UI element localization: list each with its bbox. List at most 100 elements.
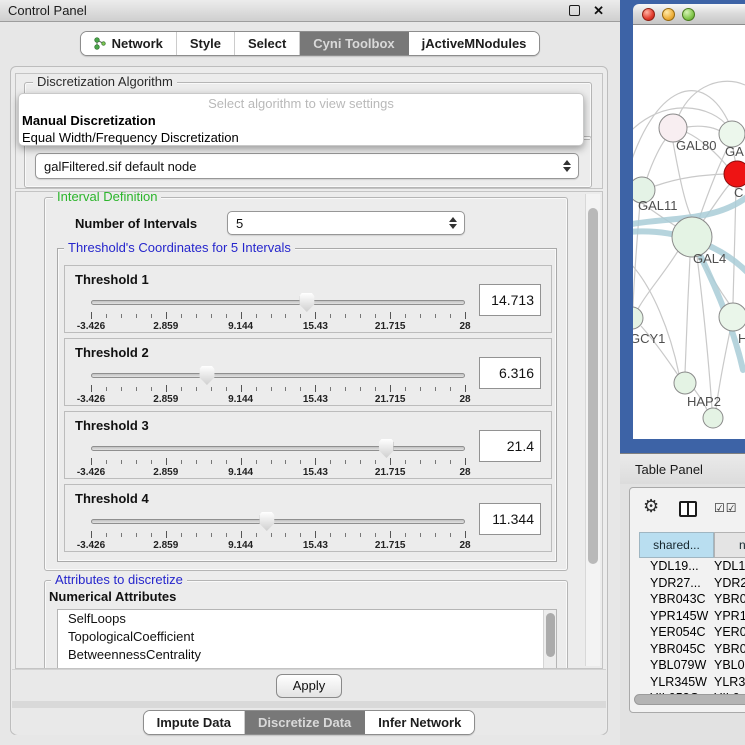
table-row[interactable]: YDL19...YDL1 <box>639 559 745 576</box>
settings-scrollpane: Interval Definition Number of Intervals … <box>15 191 603 669</box>
scale-label: 9.144 <box>228 321 253 332</box>
float-window-icon[interactable] <box>569 5 580 16</box>
slider-scale: -3.4262.8599.14415.4321.71528 <box>91 540 465 550</box>
slider-ticks <box>91 458 465 466</box>
control-panel-body: Discretization Algorithm Table Data galF… <box>10 66 608 735</box>
tab-label: Infer Network <box>378 715 461 730</box>
close-traffic-light-icon[interactable] <box>642 8 655 21</box>
cell-shared-name: YBR043C <box>639 592 714 609</box>
attributes-scrollbar[interactable] <box>543 610 556 669</box>
settings-scrollbar-thumb[interactable] <box>588 208 598 564</box>
network-canvas[interactable]: GAL80GACGAL11GAL4GCY1HHAP2 <box>633 25 745 439</box>
slider-thumb[interactable] <box>379 439 394 458</box>
tab-network[interactable]: Network <box>81 32 176 55</box>
network-node-hap2[interactable] <box>674 372 696 394</box>
slider-track[interactable] <box>91 373 465 378</box>
tick-mark <box>91 531 92 538</box>
tick-mark <box>196 460 197 464</box>
slider-thumb[interactable] <box>259 512 274 531</box>
network-window-titlebar[interactable] <box>633 4 745 25</box>
tick-mark <box>375 314 376 318</box>
tick-mark <box>226 387 227 391</box>
tab-impute-data[interactable]: Impute Data <box>144 711 244 734</box>
table-hscrollbar-thumb[interactable] <box>634 694 745 705</box>
network-edge[interactable] <box>685 257 690 373</box>
network-node-c[interactable] <box>724 161 745 187</box>
table-data-combobox[interactable]: galFiltered.sif default node <box>35 153 579 179</box>
tick-mark <box>271 460 272 464</box>
table-row[interactable]: YBL079WYBL0 <box>639 658 745 675</box>
tab-cyni-toolbox[interactable]: Cyni Toolbox <box>299 32 407 55</box>
tick-mark <box>300 387 301 391</box>
apply-button[interactable]: Apply <box>276 674 342 698</box>
settings-vertical-scrollbar[interactable] <box>585 194 600 666</box>
zoom-traffic-light-icon[interactable] <box>682 8 695 21</box>
attributes-group: Attributes to discretize Numerical Attri… <box>44 580 568 669</box>
tab-style[interactable]: Style <box>176 32 234 55</box>
slider-track[interactable] <box>91 446 465 451</box>
network-edge[interactable] <box>647 140 665 178</box>
tab-select[interactable]: Select <box>234 32 299 55</box>
tick-mark <box>181 460 182 464</box>
threshold-slider[interactable]: -3.4262.8599.14415.4321.71528 <box>91 296 465 330</box>
threshold-value-field[interactable]: 11.344 <box>479 503 541 535</box>
attributes-group-label: Attributes to discretize <box>51 573 187 587</box>
list-item-betweennesscentrality[interactable]: BetweennessCentrality <box>58 646 556 664</box>
numerical-attributes-list[interactable]: SelfLoopsTopologicalCoefficientBetweenne… <box>57 609 557 669</box>
tick-mark <box>136 314 137 318</box>
tick-mark <box>435 314 436 318</box>
threshold-slider[interactable]: -3.4262.8599.14415.4321.71528 <box>91 515 465 549</box>
number-of-intervals-value: 5 <box>236 216 243 231</box>
list-item-selfloops[interactable]: SelfLoops <box>58 610 556 628</box>
tick-mark <box>465 385 466 392</box>
tick-mark <box>300 460 301 464</box>
columns-icon[interactable] <box>679 501 697 517</box>
table-row[interactable]: YPR145WYPR1 <box>639 609 745 626</box>
threshold-slider[interactable]: -3.4262.8599.14415.4321.71528 <box>91 369 465 403</box>
threshold-value-field[interactable]: 21.4 <box>479 430 541 462</box>
threshold-label: Threshold 3 <box>75 418 149 433</box>
number-of-intervals-combobox[interactable]: 5 <box>227 211 465 235</box>
slider-thumb[interactable] <box>299 293 314 312</box>
slider-track[interactable] <box>91 519 465 524</box>
table-row[interactable]: YBR045CYBR0 <box>639 642 745 659</box>
network-node-unlabeled[interactable] <box>703 408 723 428</box>
tab-label: Style <box>190 36 221 51</box>
scale-label: 15.43 <box>303 321 328 332</box>
gear-icon[interactable]: ⚙ <box>643 496 659 517</box>
threshold-slider[interactable]: -3.4262.8599.14415.4321.71528 <box>91 442 465 476</box>
tick-mark <box>435 460 436 464</box>
table-row[interactable]: YBR043CYBR0 <box>639 592 745 609</box>
threshold-value-field[interactable]: 6.316 <box>479 357 541 389</box>
scale-label: -3.426 <box>77 540 105 551</box>
table-horizontal-scrollbar[interactable] <box>634 694 745 705</box>
algorithm-option-equal-width-frequency-discretization[interactable]: Equal Width/Frequency Discretization <box>19 129 583 146</box>
threshold-value-field[interactable]: 14.713 <box>479 284 541 316</box>
network-edge[interactable] <box>638 251 678 309</box>
checkbox-icons[interactable]: ☑☑ <box>714 501 738 515</box>
slider-thumb[interactable] <box>199 366 214 385</box>
algorithm-option-manual-discretization[interactable]: Manual Discretization <box>19 112 583 129</box>
column-header-1[interactable]: shared... <box>639 532 714 558</box>
table-row[interactable]: YER054CYER0 <box>639 625 745 642</box>
network-node-h[interactable] <box>719 303 745 331</box>
network-edge[interactable] <box>633 203 640 307</box>
network-edge[interactable] <box>687 126 720 131</box>
minimize-traffic-light-icon[interactable] <box>662 8 675 21</box>
scale-label: 28 <box>459 467 470 478</box>
algorithm-options: Manual DiscretizationEqual Width/Frequen… <box>19 112 583 146</box>
table-row[interactable]: YLR345WYLR3 <box>639 675 745 692</box>
thresholds-group: Threshold's Coordinates for 5 Intervals … <box>57 248 557 562</box>
tab-infer-network[interactable]: Infer Network <box>364 711 474 734</box>
tab-jactivemnodules[interactable]: jActiveMNodules <box>408 32 540 55</box>
attributes-scrollbar-thumb[interactable] <box>546 613 555 657</box>
tick-mark <box>390 385 391 392</box>
tab-discretize-data[interactable]: Discretize Data <box>244 711 364 734</box>
column-header-2[interactable]: n <box>714 532 745 558</box>
slider-track[interactable] <box>91 300 465 305</box>
list-item-topologicalcoefficient[interactable]: TopologicalCoefficient <box>58 628 556 646</box>
tick-mark <box>405 387 406 391</box>
network-edge[interactable] <box>679 81 745 115</box>
table-row[interactable]: YDR27...YDR2 <box>639 576 745 593</box>
close-icon[interactable]: ✕ <box>593 3 604 19</box>
